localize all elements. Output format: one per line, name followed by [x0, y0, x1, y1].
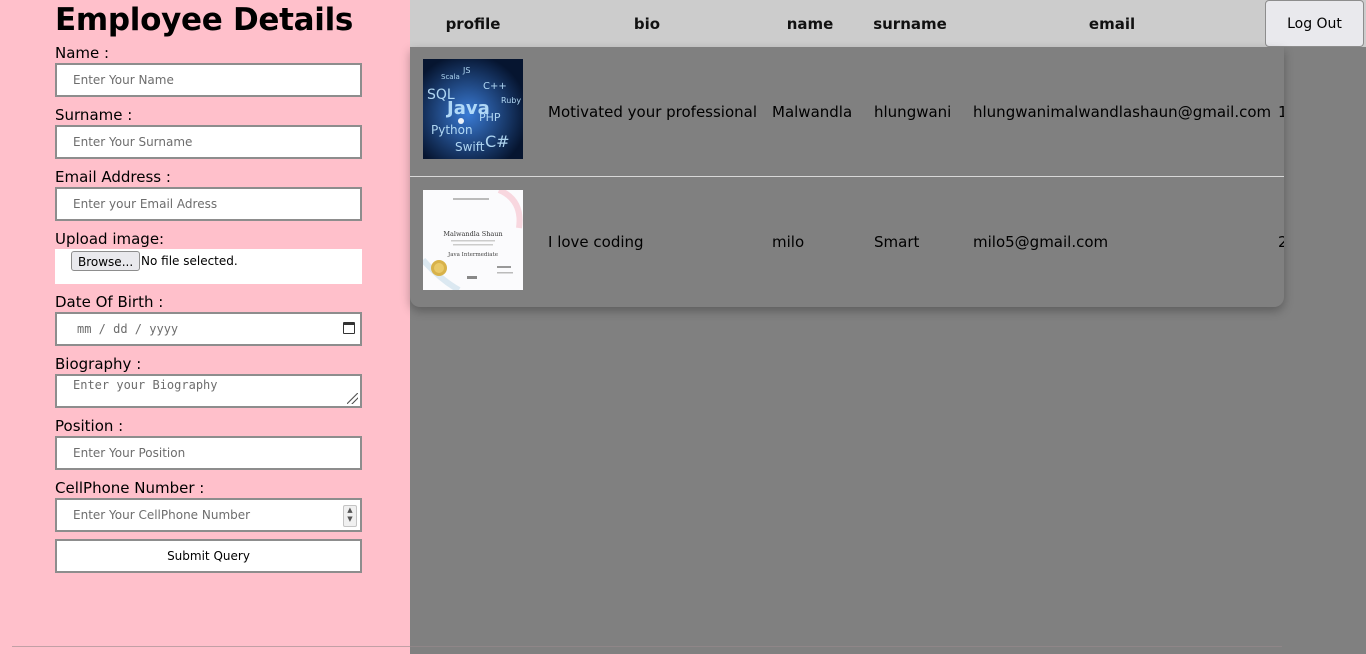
cellphone-input[interactable] [57, 500, 360, 530]
thumb-word: Python [431, 123, 473, 137]
number-spinner-icon[interactable]: ▲ ▼ [343, 505, 357, 527]
surname-cell: hlungwani [874, 103, 952, 121]
thumb-word: C# [485, 132, 510, 151]
dob-label: Date Of Birth : [55, 293, 164, 311]
column-header-name: name [786, 15, 834, 33]
profile-image: SQL Java Python PHP C# Swift C++ Scala R… [423, 59, 523, 159]
file-upload: Browse... No file selected. [55, 249, 362, 284]
position-label: Position : [55, 417, 124, 435]
bio-cell: I love coding [548, 233, 644, 251]
thumb-word: PHP [479, 111, 501, 124]
thumb-word: C++ [483, 81, 507, 92]
bio-field-wrapper [55, 374, 362, 408]
table-header: profile bio name surname email [410, 0, 1366, 47]
overflow-cell: 1 [1278, 103, 1284, 121]
email-input[interactable] [57, 189, 360, 219]
thumb-word: Java Intermediate [447, 252, 498, 258]
dob-field-wrapper [55, 312, 362, 346]
surname-cell: Smart [874, 233, 920, 251]
thumb-word: Swift [455, 140, 485, 154]
email-label: Email Address : [55, 168, 171, 186]
no-file-text: No file selected. [141, 254, 238, 268]
bio-cell: Motivated your professional [548, 103, 758, 121]
form-title: Employee Details [55, 2, 354, 38]
column-header-bio: bio [633, 15, 661, 33]
surname-input[interactable] [57, 127, 360, 157]
thumb-word: Malwandla Shaun [443, 230, 502, 238]
email-cell: hlungwanimalwandlashaun@gmail.com [973, 103, 1272, 121]
profile-image: Malwandla Shaun Java Intermediate [423, 190, 523, 290]
surname-label: Surname : [55, 106, 133, 124]
name-label: Name : [55, 44, 110, 62]
name-cell: milo [772, 233, 805, 251]
table-row: SQL Java Python PHP C# Swift C++ Scala R… [410, 47, 1284, 177]
overflow-cell: 2 [1278, 233, 1284, 251]
email-cell: milo5@gmail.com [973, 233, 1109, 251]
resize-handle-icon[interactable] [347, 393, 358, 404]
employee-form-panel: Employee Details Name : Surname : Email … [0, 0, 410, 654]
calendar-icon[interactable] [343, 322, 355, 334]
name-input[interactable] [57, 65, 360, 95]
thumb-word: Scala [441, 73, 460, 81]
table-row: Malwandla Shaun Java Intermediate I love… [410, 177, 1284, 306]
position-input[interactable] [57, 438, 360, 468]
submit-button[interactable]: Submit Query [55, 539, 362, 573]
cellphone-field-wrapper: ▲▼ [55, 498, 362, 532]
employee-table: SQL Java Python PHP C# Swift C++ Scala R… [410, 47, 1284, 307]
biography-textarea[interactable] [57, 376, 360, 406]
bottom-divider [12, 646, 1282, 647]
surname-field-wrapper [55, 125, 362, 159]
upload-label: Upload image: [55, 230, 165, 248]
name-field-wrapper [55, 63, 362, 97]
browse-button[interactable]: Browse... [71, 251, 141, 271]
logout-button[interactable]: Log Out [1265, 0, 1364, 47]
column-header-surname: surname [873, 15, 947, 33]
column-header-profile: profile [445, 15, 501, 33]
name-cell: Malwandla [772, 103, 853, 121]
position-field-wrapper [55, 436, 362, 470]
thumb-word: Ruby [501, 96, 521, 105]
dob-input[interactable] [57, 314, 360, 344]
column-header-email: email [1088, 15, 1136, 33]
cellphone-label: CellPhone Number : [55, 479, 205, 497]
bio-label: Biography : [55, 355, 142, 373]
email-field-wrapper [55, 187, 362, 221]
thumb-word: JS [462, 66, 470, 75]
